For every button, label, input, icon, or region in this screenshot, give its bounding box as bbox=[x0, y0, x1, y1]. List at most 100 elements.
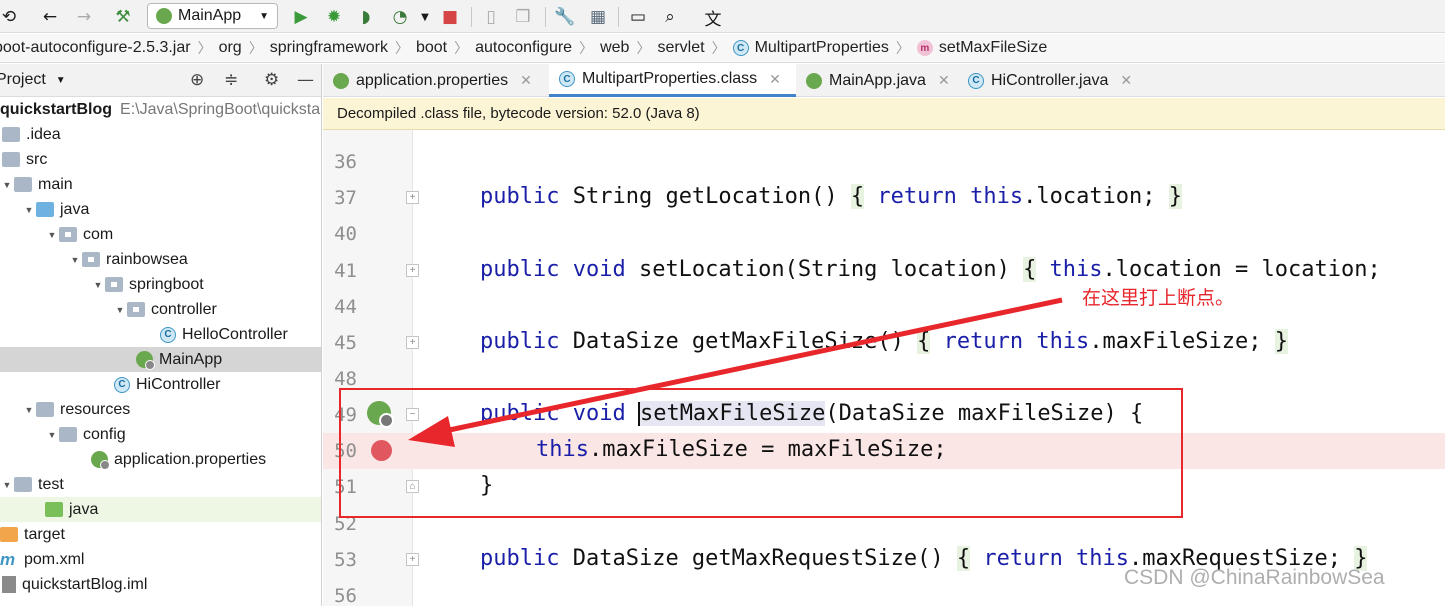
code-editor[interactable]: 36 37 + public String getLocation() { re… bbox=[323, 98, 1445, 606]
breadcrumb-package[interactable]: web bbox=[600, 39, 629, 57]
chevron-down-icon[interactable]: ▼ bbox=[56, 75, 66, 86]
tree-item-iml[interactable]: quickstartBlog.iml bbox=[0, 572, 321, 597]
expand-arrow-icon[interactable]: ▼ bbox=[45, 230, 59, 240]
spring-properties-icon bbox=[333, 72, 349, 89]
tab-application-properties[interactable]: application.properties ✕ bbox=[323, 64, 548, 97]
fold-icon[interactable]: + bbox=[406, 264, 419, 277]
gear-icon[interactable]: ⚙ bbox=[264, 70, 279, 90]
coverage-icon[interactable]: ◗ bbox=[355, 6, 377, 28]
expand-arrow-icon[interactable]: ▼ bbox=[91, 280, 105, 290]
tree-item-config[interactable]: ▼ config bbox=[0, 422, 321, 447]
wrench-icon[interactable]: 🔧 bbox=[554, 6, 576, 28]
tree-item-label: controller bbox=[151, 300, 217, 318]
line-number: 41 bbox=[334, 260, 357, 282]
tree-item-project-root[interactable]: quickstartBlog E:\Java\SpringBoot\quicks… bbox=[0, 97, 321, 122]
breadcrumb-package[interactable]: org bbox=[219, 39, 242, 57]
breadcrumb-label: autoconfigure bbox=[475, 39, 573, 56]
resources-folder-icon bbox=[36, 402, 54, 417]
line-number: 37 bbox=[334, 187, 357, 209]
tree-item-label: springboot bbox=[129, 275, 204, 293]
tree-item-test-java[interactable]: java bbox=[0, 497, 321, 522]
code-keyword: this bbox=[1036, 257, 1103, 282]
close-icon[interactable]: ✕ bbox=[769, 71, 781, 88]
breadcrumb-label: boot-autoconfigure-2.5.3.jar bbox=[0, 39, 191, 56]
tree-item-mainapp[interactable]: MainApp bbox=[0, 347, 321, 372]
attach-debugger-icon[interactable]: ▯ bbox=[480, 6, 502, 28]
run-configuration-select[interactable]: MainApp ▼ bbox=[147, 3, 278, 29]
tree-item-java[interactable]: ▼ java bbox=[0, 197, 321, 222]
tab-multipart-properties[interactable]: C MultipartProperties.class ✕ bbox=[549, 64, 796, 97]
breadcrumb: boot-autoconfigure-2.5.3.jar 〉 org 〉 spr… bbox=[0, 34, 1445, 63]
tree-item-pom[interactable]: m pom.xml bbox=[0, 547, 321, 572]
folder-icon bbox=[14, 177, 32, 192]
close-icon[interactable]: ✕ bbox=[520, 72, 532, 89]
collapse-all-icon[interactable]: ≑ bbox=[224, 70, 238, 90]
tree-item-label: application.properties bbox=[114, 450, 267, 468]
breadcrumb-package[interactable]: boot bbox=[416, 39, 447, 57]
breadcrumb-package[interactable]: springframework bbox=[270, 39, 388, 57]
build-hammer-icon[interactable]: ⚒ bbox=[112, 6, 134, 28]
sync-icon[interactable]: ⟲ bbox=[0, 6, 20, 28]
tree-item-application-properties[interactable]: application.properties bbox=[0, 447, 321, 472]
package-icon bbox=[82, 252, 100, 267]
expand-arrow-icon[interactable]: ▼ bbox=[0, 480, 14, 490]
breadcrumb-jar[interactable]: boot-autoconfigure-2.5.3.jar bbox=[0, 39, 191, 57]
breadcrumb-class[interactable]: C MultipartProperties bbox=[732, 39, 889, 57]
debug-icon[interactable]: ✹ bbox=[323, 6, 345, 28]
tree-item-test[interactable]: ▼ test bbox=[0, 472, 321, 497]
search-icon[interactable]: ⌕ bbox=[659, 6, 681, 28]
expand-arrow-icon[interactable]: ▼ bbox=[113, 305, 127, 315]
code-token: { bbox=[956, 546, 971, 571]
run-icon[interactable]: ▶ bbox=[290, 6, 312, 28]
expand-arrow-icon[interactable]: ▼ bbox=[68, 255, 82, 265]
profile-icon[interactable]: ◔ bbox=[389, 6, 411, 28]
tree-item-src[interactable]: src bbox=[0, 147, 321, 172]
code-token: .location = location; bbox=[1102, 257, 1394, 282]
hide-icon[interactable]: — bbox=[297, 70, 314, 90]
tree-item-springboot[interactable]: ▼ springboot bbox=[0, 272, 321, 297]
breadcrumb-label: web bbox=[600, 39, 630, 56]
tree-item-target[interactable]: target bbox=[0, 522, 321, 547]
package-icon bbox=[105, 277, 123, 292]
close-icon[interactable]: ✕ bbox=[938, 72, 950, 89]
locate-icon[interactable]: ⊕ bbox=[190, 70, 204, 90]
breadcrumb-method[interactable]: m setMaxFileSize bbox=[916, 39, 1047, 57]
line-number: 44 bbox=[334, 296, 357, 318]
stop-icon[interactable]: ■ bbox=[439, 6, 461, 28]
annotation-highlight-box bbox=[339, 388, 1183, 518]
tree-item-resources[interactable]: ▼ resources bbox=[0, 397, 321, 422]
forward-icon[interactable]: → bbox=[73, 6, 95, 28]
tree-item-main[interactable]: ▼ main bbox=[0, 172, 321, 197]
expand-arrow-icon[interactable]: ▼ bbox=[0, 180, 14, 190]
terminal-icon[interactable]: ▭ bbox=[627, 6, 649, 28]
expand-arrow-icon[interactable]: ▼ bbox=[45, 430, 59, 440]
tab-mainapp[interactable]: MainApp.java ✕ bbox=[796, 64, 958, 97]
watermark: CSDN @ChinaRainbowSea bbox=[1124, 566, 1385, 589]
tab-hicontroller[interactable]: C HiController.java ✕ bbox=[958, 64, 1143, 97]
build-artifacts-icon[interactable]: ❒ bbox=[512, 6, 534, 28]
close-icon[interactable]: ✕ bbox=[1120, 72, 1132, 89]
tree-item-label: pom.xml bbox=[24, 550, 85, 568]
tree-item-rainbowsea[interactable]: ▼ rainbowsea bbox=[0, 247, 321, 272]
back-icon[interactable]: ← bbox=[39, 6, 61, 28]
breadcrumb-package[interactable]: autoconfigure bbox=[475, 39, 572, 57]
code-keyword: public bbox=[480, 184, 560, 209]
tree-item-hello-controller[interactable]: C HelloController bbox=[0, 322, 321, 347]
fold-icon[interactable]: + bbox=[406, 191, 419, 204]
tree-item-label: .idea bbox=[26, 125, 61, 143]
tree-item-hicontroller[interactable]: C HiController bbox=[0, 372, 321, 397]
breadcrumb-package[interactable]: servlet bbox=[657, 39, 704, 57]
expand-arrow-icon[interactable]: ▼ bbox=[22, 205, 36, 215]
expand-arrow-icon[interactable]: ▼ bbox=[22, 405, 36, 415]
tree-item-controller[interactable]: ▼ controller bbox=[0, 297, 321, 322]
tree-item-com[interactable]: ▼ com bbox=[0, 222, 321, 247]
translate-icon[interactable]: 文 bbox=[702, 6, 724, 30]
fold-icon[interactable]: + bbox=[406, 553, 419, 566]
tab-label: HiController.java bbox=[991, 71, 1109, 89]
breadcrumb-separator-icon: 〉 bbox=[711, 40, 726, 56]
project-structure-icon[interactable]: ▦ bbox=[587, 6, 609, 28]
fold-icon[interactable]: + bbox=[406, 336, 419, 349]
project-view-selector[interactable]: Project bbox=[0, 71, 46, 89]
tree-item-idea[interactable]: .idea bbox=[0, 122, 321, 147]
profile-dropdown-icon[interactable]: ▼ bbox=[414, 6, 436, 28]
